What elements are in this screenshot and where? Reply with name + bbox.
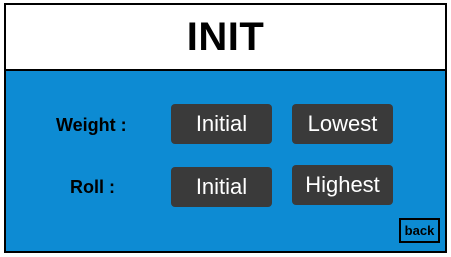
settings-panel: Weight : Initial Lowest Roll : Initial H…	[6, 71, 445, 251]
roll-initial-button[interactable]: Initial	[171, 167, 272, 207]
weight-label: Weight :	[56, 115, 127, 135]
title-bar: INIT	[6, 5, 445, 71]
roll-highest-button[interactable]: Highest	[292, 165, 393, 205]
init-screen: INIT Weight : Initial Lowest Roll : Init…	[4, 3, 447, 253]
back-button[interactable]: back	[399, 218, 440, 243]
weight-initial-button[interactable]: Initial	[171, 104, 272, 144]
page-title: INIT	[186, 14, 265, 59]
weight-lowest-button[interactable]: Lowest	[292, 104, 393, 144]
roll-label: Roll :	[70, 177, 115, 197]
